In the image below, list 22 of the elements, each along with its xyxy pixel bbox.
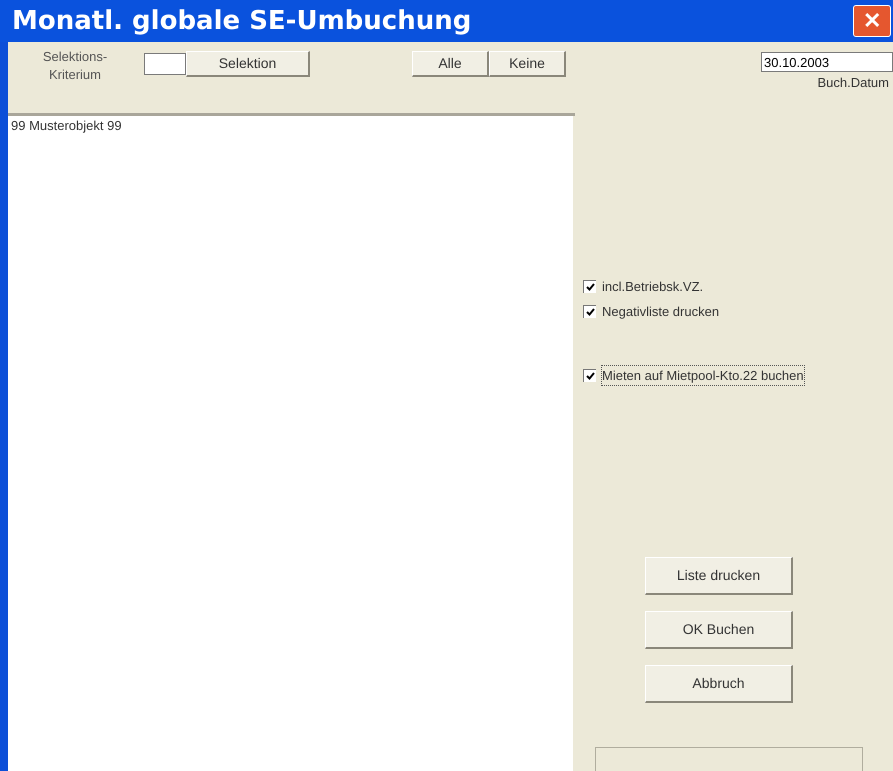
selection-label: Selektions- Kriterium [42,48,108,84]
action-button[interactable]: OK Buchen [645,611,793,649]
date-label: Buch.Datum [817,74,889,92]
option-label: incl.Betriebsk.VZ. [602,278,704,296]
criterion-field[interactable] [144,53,186,75]
action-button[interactable]: Abbruch [645,665,793,703]
list-item[interactable]: 99 Musterobjekt 99 [11,118,573,134]
list-select-button[interactable]: Keine [489,51,566,77]
checkbox[interactable] [583,305,596,318]
list-select-button[interactable]: Alle [412,51,489,77]
check-icon [586,372,594,380]
window-title: Monatl. globale SE-Umbuchung [12,8,472,34]
option-label: Mieten auf Mietpool-Kto.22 buchen [602,366,804,385]
option-label: Negativliste drucken [602,303,720,321]
checkbox[interactable] [583,280,596,293]
action-button[interactable]: Liste drucken [645,557,793,595]
check-icon [586,282,594,291]
selection-button[interactable]: Selektion [186,51,310,77]
date-field[interactable]: 30.10.2003 [761,52,893,72]
close-button[interactable]: ✕ [853,5,891,37]
checkbox[interactable] [583,368,596,382]
check-icon [586,308,594,316]
